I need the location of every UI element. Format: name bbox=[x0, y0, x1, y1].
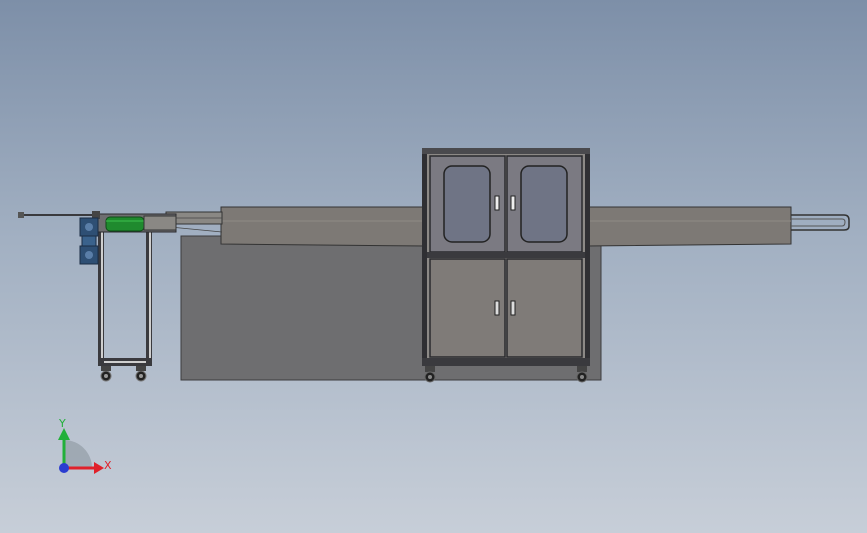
axis-triad: Y X bbox=[58, 417, 112, 474]
upper-right-window bbox=[520, 165, 568, 243]
drive-motor bbox=[79, 217, 99, 265]
lower-right-door[interactable] bbox=[506, 258, 583, 358]
lower-left-door[interactable] bbox=[429, 258, 506, 358]
lower-right-handle bbox=[510, 300, 516, 316]
x-axis-label: X bbox=[104, 459, 112, 472]
lower-left-handle bbox=[494, 300, 500, 316]
upper-left-window bbox=[443, 165, 491, 243]
z-axis-origin-icon bbox=[59, 463, 69, 473]
conveyor-beam-right bbox=[587, 206, 850, 247]
machine-drawing: Y X bbox=[18, 148, 850, 474]
y-axis-label: Y bbox=[58, 417, 66, 430]
upper-left-handle bbox=[494, 195, 500, 211]
upper-right-handle bbox=[510, 195, 516, 211]
main-cabinet bbox=[422, 148, 590, 366]
green-belt bbox=[105, 216, 145, 232]
side-cart bbox=[98, 224, 152, 382]
x-axis-arrow-icon bbox=[94, 462, 104, 474]
cad-viewport[interactable]: Y X bbox=[0, 0, 867, 533]
